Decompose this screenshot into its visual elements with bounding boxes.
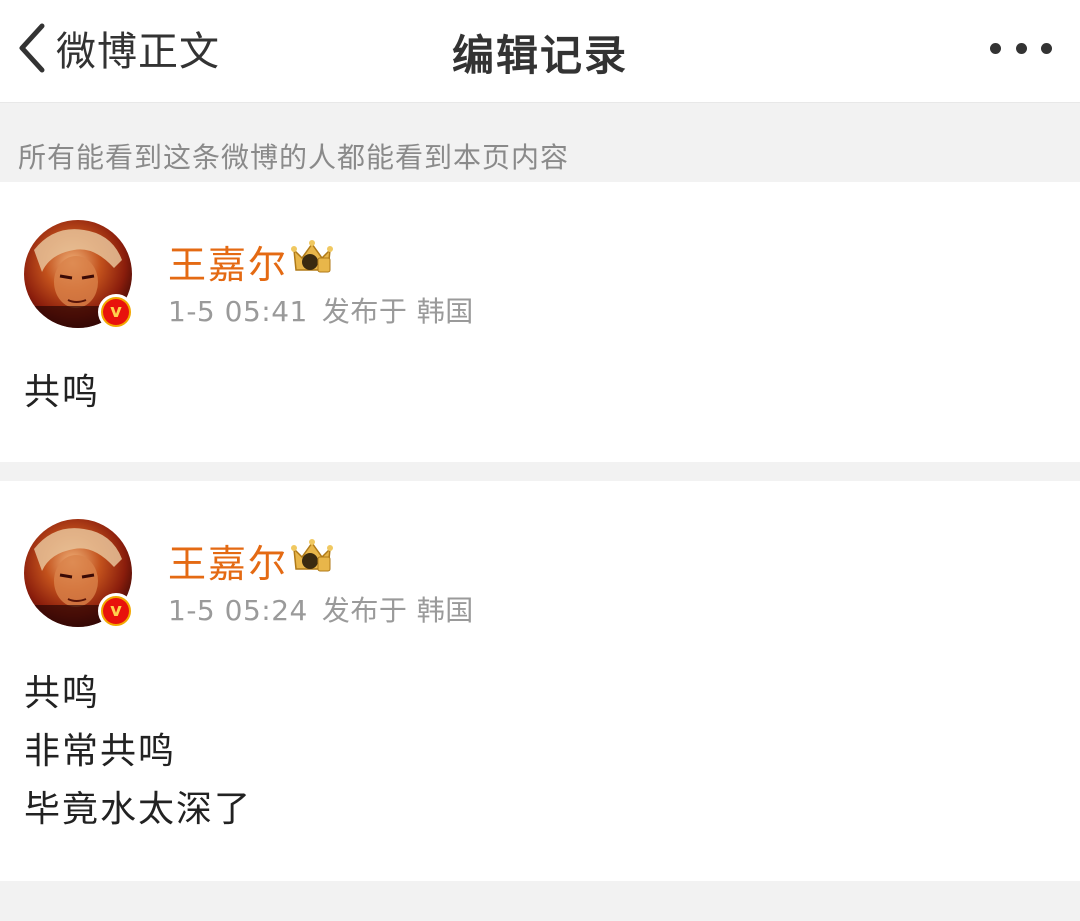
navigation-bar: 微博正文 编辑记录 (0, 0, 1080, 103)
edit-history-screen: 微博正文 编辑记录 所有能看到这条微博的人都能看到本页内容 v 王嘉尔 1-5 … (0, 0, 1080, 921)
edit-record-card: v 王嘉尔 1-5 05:24 发布于 韩国 共鸣 非常共鸣 毕竟水太深了 (0, 481, 1080, 881)
more-dot (1041, 42, 1052, 54)
chevron-left-icon (19, 23, 45, 73)
verified-badge: v (98, 593, 134, 629)
content-line: 共鸣 (24, 372, 101, 413)
more-horizontal-icon (990, 42, 1001, 54)
crown-icon (291, 240, 333, 273)
username[interactable]: 王嘉尔 (168, 234, 288, 289)
verified-badge: v (98, 294, 134, 330)
content-line: 共鸣 (24, 673, 101, 714)
post-meta: 1-5 05:41 发布于 韩国 (168, 290, 474, 330)
avatar[interactable]: v (24, 519, 134, 629)
post-meta: 1-5 05:24 发布于 韩国 (168, 589, 474, 629)
post-location: 发布于 韩国 (321, 594, 474, 627)
back-button-label: 微博正文 (56, 29, 220, 75)
post-content: 共鸣 (24, 364, 100, 422)
crown-icon (291, 539, 333, 572)
content-line: 非常共鸣 (24, 731, 177, 772)
post-content: 共鸣 非常共鸣 毕竟水太深了 (24, 665, 252, 839)
verified-v-icon: v (103, 598, 129, 624)
content-line: 毕竟水太深了 (24, 789, 253, 830)
avatar[interactable]: v (24, 220, 134, 330)
post-location: 发布于 韩国 (321, 295, 474, 328)
verified-v-icon: v (103, 299, 129, 325)
post-time: 1-5 05:41 (168, 295, 308, 328)
username[interactable]: 王嘉尔 (168, 533, 288, 588)
back-button[interactable]: 微博正文 (14, 18, 220, 78)
post-time: 1-5 05:24 (168, 594, 308, 627)
visibility-notice: 所有能看到这条微博的人都能看到本页内容 (18, 141, 570, 174)
more-dot (1015, 42, 1027, 54)
edit-record-card: v 王嘉尔 1-5 05:41 发布于 韩国 共鸣 (0, 182, 1080, 462)
more-button[interactable] (990, 28, 1052, 68)
